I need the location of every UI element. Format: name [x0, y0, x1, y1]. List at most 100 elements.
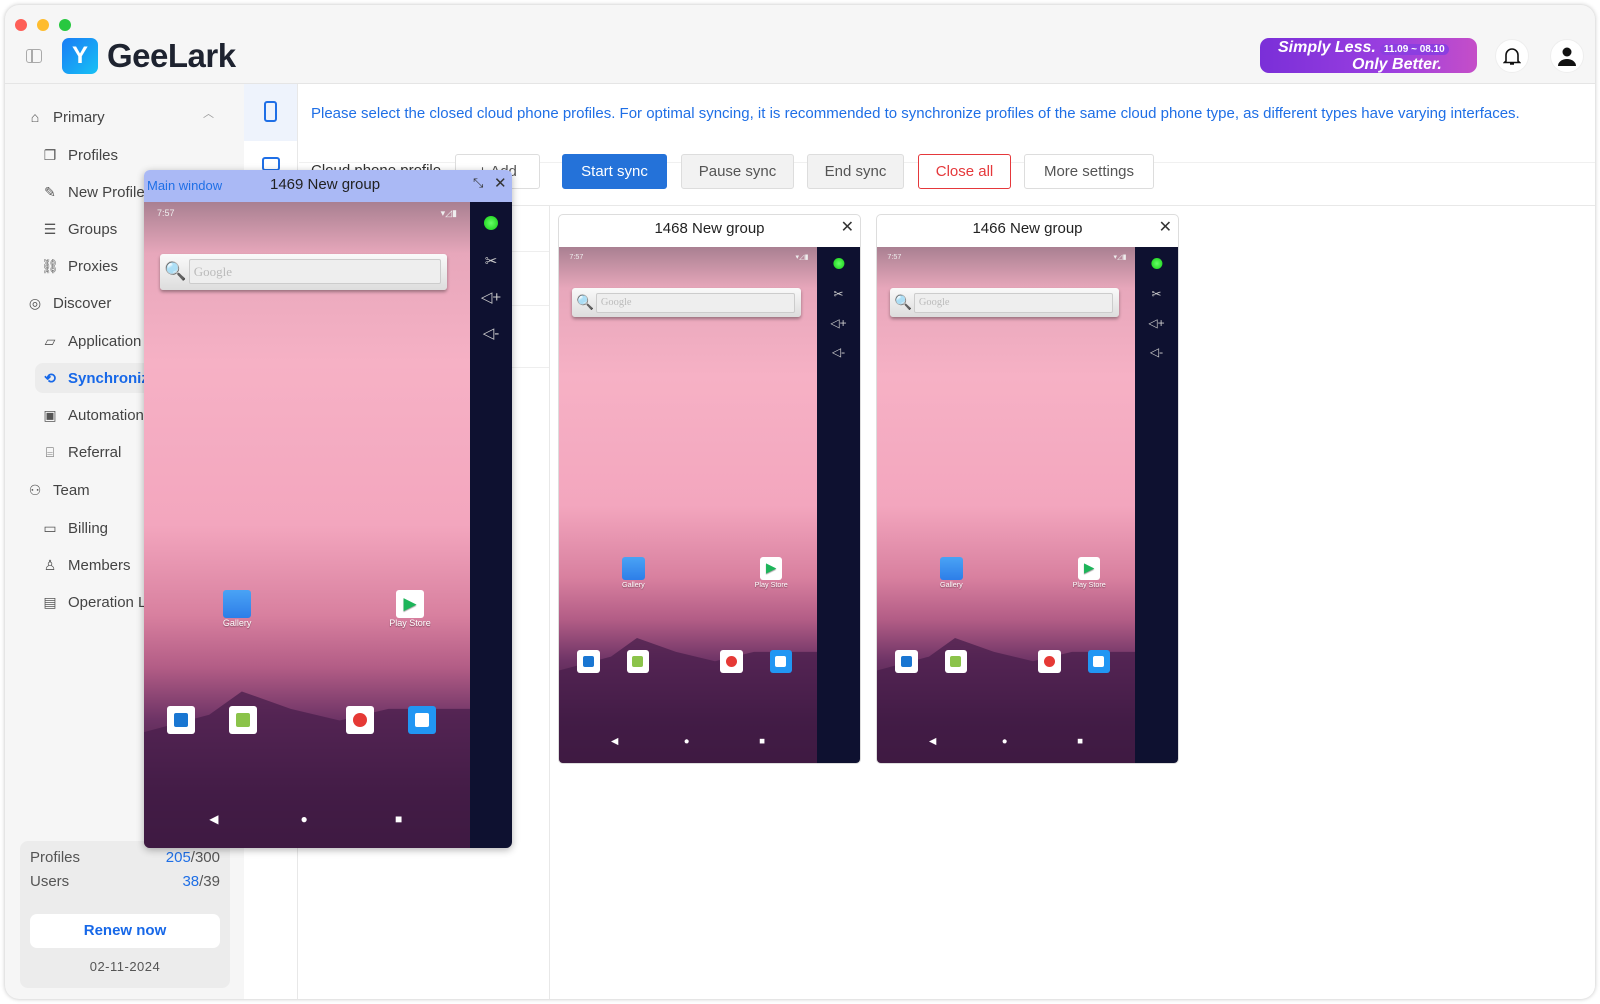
end-sync-button[interactable]: End sync	[807, 154, 904, 189]
camera-app[interactable]	[769, 650, 792, 673]
gallery-app[interactable]: Gallery	[209, 589, 265, 628]
gallery-app[interactable]: Gallery	[929, 557, 974, 589]
main-window-titlebar[interactable]: Main window 1469 New group ⤡ ✕	[144, 170, 512, 202]
play-store-icon: ▶	[395, 589, 424, 618]
phone-screen[interactable]: 7:57 ▾◿▮ 🔍 Google Gallery ▶ Play Store ◀ …	[144, 202, 470, 848]
profiles-used: 205	[165, 849, 191, 866]
volume-down-icon[interactable]: ◁-	[470, 324, 512, 342]
gallery-icon	[223, 589, 252, 618]
sidebar-item-label: Proxies	[68, 257, 119, 275]
camera-app[interactable]	[408, 705, 437, 734]
phone-screen[interactable]: 7:57 ▾◿▮ 🔍 Google Gallery ▶ Play Store ◀ …	[877, 247, 1137, 763]
back-button[interactable]: ◀	[929, 736, 936, 747]
recents-button[interactable]: ■	[395, 812, 402, 826]
volume-up-icon[interactable]: ◁+	[817, 316, 860, 330]
close-icon[interactable]: ✕	[1159, 217, 1172, 237]
start-sync-button[interactable]: Start sync	[562, 154, 667, 189]
android-store-icon	[944, 650, 967, 673]
android-store-app[interactable]	[228, 705, 257, 734]
close-window-button[interactable]	[15, 19, 27, 31]
log-icon: ▤	[43, 593, 57, 610]
contacts-icon	[577, 650, 600, 673]
google-search-widget[interactable]: 🔍 Google	[890, 288, 1119, 318]
gallery-icon	[622, 557, 645, 580]
phone-control-bar: ✂ ◁+ ◁-	[817, 247, 860, 763]
promo-banner[interactable]: Simply Less. 11.09 ~ 08.10 Only Better.	[1260, 38, 1477, 73]
team-icon: ⚇	[28, 481, 42, 498]
play-store-app[interactable]: ▶ Play Store	[749, 557, 794, 589]
app-label: Play Store	[389, 617, 431, 628]
chrome-icon	[720, 650, 743, 673]
play-store-app[interactable]: ▶ Play Store	[382, 589, 438, 628]
gallery-app[interactable]: Gallery	[611, 557, 656, 589]
camera-icon	[408, 705, 437, 734]
sidebar-toggle-icon[interactable]	[26, 49, 42, 63]
close-icon[interactable]: ✕	[494, 174, 507, 192]
user-avatar-icon[interactable]	[1550, 39, 1584, 73]
chrome-app[interactable]	[1038, 650, 1061, 673]
close-all-button[interactable]: Close all	[918, 154, 1011, 189]
close-icon[interactable]: ✕	[841, 217, 854, 237]
pause-sync-button[interactable]: Pause sync	[681, 154, 794, 189]
phone-screen[interactable]: 7:57 ▾◿▮ 🔍 Google Gallery ▶ Play Store ◀ …	[559, 247, 819, 763]
contacts-app[interactable]	[895, 650, 918, 673]
more-settings-button[interactable]: More settings	[1024, 154, 1154, 189]
app-label: Gallery	[222, 617, 252, 628]
back-button[interactable]: ◀	[611, 736, 618, 747]
android-store-app[interactable]	[944, 650, 967, 673]
play-store-app[interactable]: ▶ Play Store	[1067, 557, 1112, 589]
phone-window-1468[interactable]: 1468 New group ✕ 7:57 ▾◿▮ 🔍 Google Galle…	[558, 214, 861, 764]
sidebar-item-label: Discover	[53, 294, 112, 312]
search-placeholder: Google	[188, 259, 442, 285]
chrome-app[interactable]	[346, 705, 375, 734]
volume-up-icon[interactable]: ◁+	[1135, 316, 1178, 330]
phone-title: 1469 New group	[270, 176, 381, 193]
tab-android[interactable]	[244, 84, 297, 141]
sidebar-item-label: Primary	[53, 108, 105, 126]
app-label: Gallery	[622, 579, 645, 589]
sidebar-item-profiles[interactable]: ❐ Profiles	[5, 140, 230, 170]
contacts-app[interactable]	[166, 705, 195, 734]
notification-bell-icon[interactable]	[1495, 39, 1529, 73]
magnifier-icon: 🔍	[576, 295, 594, 312]
recents-button[interactable]: ■	[1077, 736, 1083, 747]
gift-icon: ⌸	[45, 443, 55, 460]
chrome-app[interactable]	[720, 650, 743, 673]
back-button[interactable]: ◀	[209, 812, 218, 826]
sidebar-item-label: Profiles	[68, 146, 119, 164]
screenshot-icon[interactable]: ✂	[1135, 287, 1178, 301]
home-button[interactable]: ●	[300, 812, 307, 826]
chevron-up-icon[interactable]: ︿	[203, 105, 214, 121]
sidebar-item-label: Members	[68, 556, 131, 574]
volume-down-icon[interactable]: ◁-	[1135, 345, 1178, 359]
tablet-icon[interactable]	[262, 157, 280, 171]
home-button[interactable]: ●	[1002, 736, 1008, 747]
volume-up-icon[interactable]: ◁+	[470, 288, 512, 306]
proxy-icon: ⛓	[41, 257, 59, 274]
minimize-window-button[interactable]	[37, 19, 49, 31]
home-button[interactable]: ●	[684, 736, 690, 747]
contacts-app[interactable]	[577, 650, 600, 673]
renew-now-button[interactable]: Renew now	[30, 914, 220, 948]
sidebar-item-primary[interactable]: ⌂ Primary	[5, 102, 230, 132]
geelark-logo: Y	[62, 38, 98, 74]
recents-button[interactable]: ■	[759, 736, 765, 747]
screenshot-icon[interactable]: ✂	[817, 287, 860, 301]
maximize-window-button[interactable]	[59, 19, 71, 31]
expand-icon[interactable]: ⤡	[473, 175, 483, 191]
camera-app[interactable]	[1087, 650, 1110, 673]
planet-icon: ◎	[28, 294, 42, 311]
main-phone-window-1469[interactable]: Main window 1469 New group ⤡ ✕ 7:57 ▾◿▮ …	[144, 170, 512, 848]
android-store-app[interactable]	[626, 650, 649, 673]
google-search-widget[interactable]: 🔍 Google	[160, 253, 448, 290]
google-search-widget[interactable]: 🔍 Google	[572, 288, 801, 318]
screenshot-icon[interactable]: ✂	[470, 252, 512, 270]
list-icon: ☰	[43, 220, 57, 237]
usage-card: Profiles 205/300 Users 38/39 Renew now 02-…	[20, 841, 230, 988]
volume-down-icon[interactable]: ◁-	[817, 345, 860, 359]
camera-icon	[1087, 650, 1110, 673]
magnifier-icon: 🔍	[164, 261, 187, 282]
play-store-icon: ▶	[760, 557, 783, 580]
phone-window-1466[interactable]: 1466 New group ✕ 7:57 ▾◿▮ 🔍 Google Galle…	[876, 214, 1179, 764]
status-online-indicator	[832, 258, 845, 270]
